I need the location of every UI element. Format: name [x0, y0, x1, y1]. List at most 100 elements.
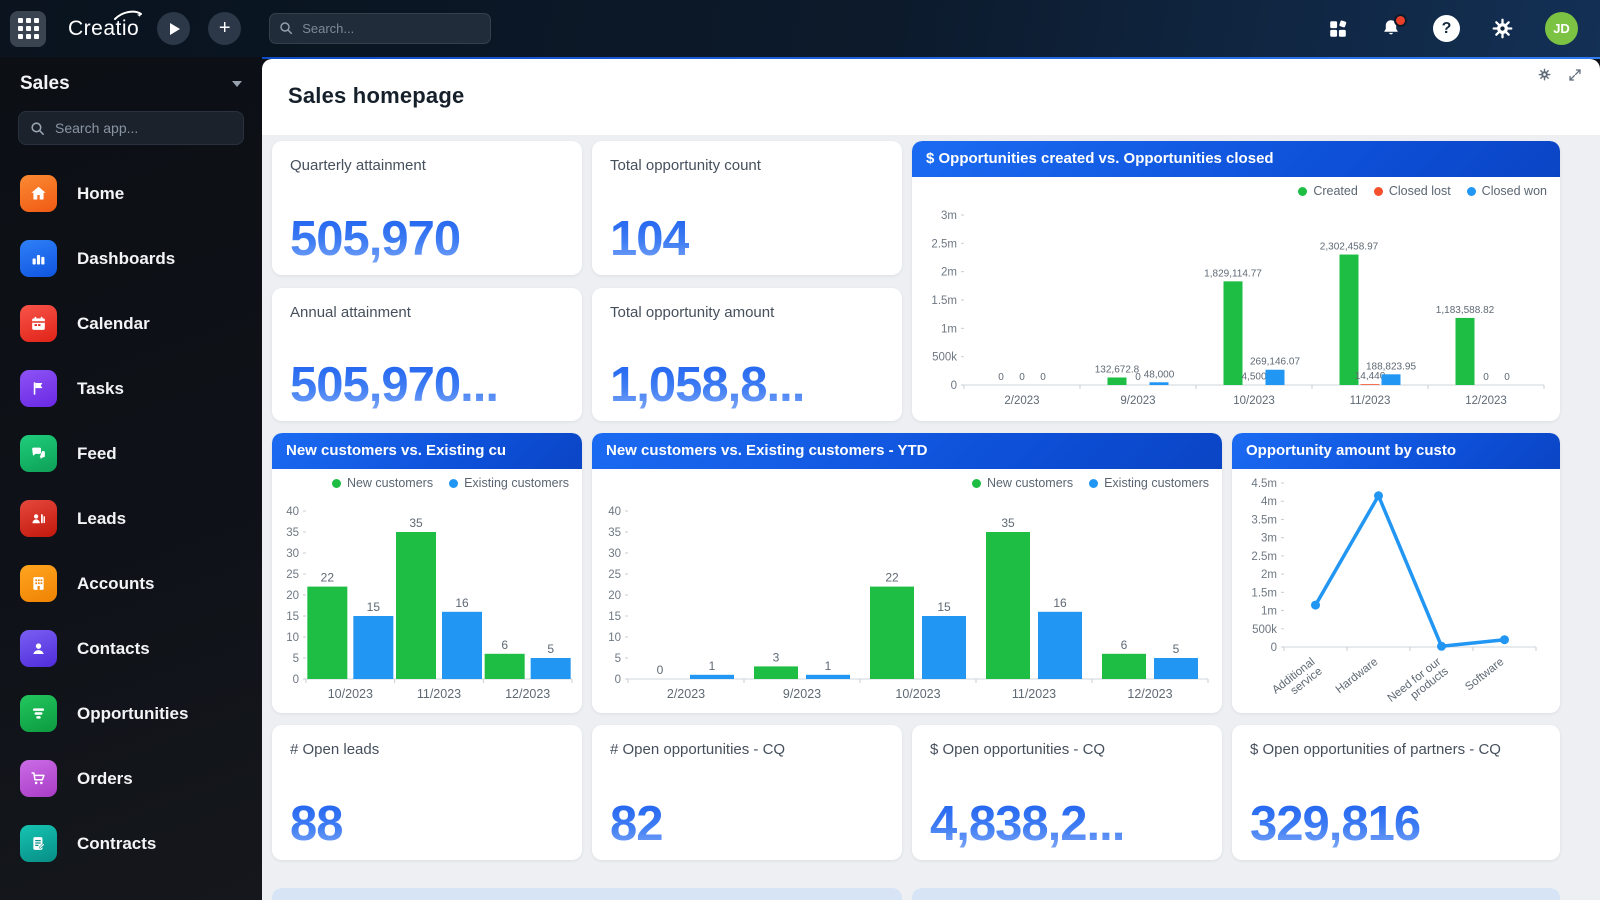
process-play-button[interactable] [157, 12, 190, 45]
svg-text:12/2023: 12/2023 [1465, 395, 1507, 407]
add-new-button[interactable]: + [208, 12, 241, 45]
sidebar-item-tasks[interactable]: Tasks [0, 356, 262, 421]
settings-button[interactable] [1490, 16, 1515, 41]
svg-text:0: 0 [293, 674, 299, 686]
svg-text:11/2023: 11/2023 [417, 687, 461, 701]
kpi-open-leads: # Open leads 88 [272, 725, 582, 860]
topbar: Creatio + [0, 0, 1600, 57]
svg-text:0: 0 [615, 674, 621, 686]
svg-text:0: 0 [1019, 372, 1025, 383]
workspace-title: Sales [20, 73, 70, 95]
svg-text:Software: Software [1463, 656, 1506, 693]
svg-text:0: 0 [1271, 642, 1277, 654]
chart-legend: New customersExisting customers [332, 476, 569, 490]
avatar[interactable]: JD [1545, 12, 1578, 45]
notification-badge [1394, 14, 1407, 27]
svg-text:0: 0 [951, 380, 957, 392]
dashboards-icon [29, 249, 48, 268]
svg-text:22: 22 [321, 571, 335, 585]
sidebar-item-orders[interactable]: Orders [0, 746, 262, 811]
apps-grid-button[interactable] [10, 11, 46, 47]
svg-text:35: 35 [286, 527, 299, 539]
svg-text:4m: 4m [1261, 496, 1277, 508]
sidebar-item-contracts[interactable]: Contracts [0, 811, 262, 876]
global-search-input[interactable] [269, 13, 491, 44]
sidebar-item-calendar[interactable]: Calendar [0, 291, 262, 356]
svg-text:1.5m: 1.5m [1251, 587, 1277, 599]
sidebar-item-contacts[interactable]: Contacts [0, 616, 262, 681]
app-search-input[interactable] [18, 111, 244, 145]
svg-text:3m: 3m [1261, 533, 1277, 545]
sidebar-item-accounts[interactable]: Accounts [0, 551, 262, 616]
help-icon: ? [1433, 15, 1460, 42]
person-icon [29, 639, 48, 658]
partial-widget [272, 888, 902, 900]
svg-text:132,672.8: 132,672.8 [1095, 364, 1140, 375]
creatio-logo: Creatio [68, 17, 139, 41]
chart-canvas: 051015202530354010/202311/202312/2023221… [272, 469, 582, 713]
svg-text:188,823.95: 188,823.95 [1366, 361, 1416, 372]
building-icon [29, 574, 48, 593]
svg-text:16: 16 [1053, 596, 1067, 610]
svg-text:1.5m: 1.5m [931, 295, 957, 307]
svg-text:1,183,588.82: 1,183,588.82 [1436, 305, 1495, 316]
sidebar-item-dashboards[interactable]: Dashboards [0, 226, 262, 291]
svg-text:3: 3 [773, 650, 780, 664]
main-content: Sales homepage [262, 57, 1600, 900]
home-icon [29, 184, 48, 203]
sidebar-item-leads[interactable]: Leads [0, 486, 262, 551]
svg-text:25: 25 [608, 569, 621, 581]
dashboard-expand-button[interactable] [1568, 68, 1582, 82]
svg-text:30: 30 [608, 548, 621, 560]
workspace-selector[interactable]: Sales [20, 73, 242, 95]
svg-text:30: 30 [286, 548, 299, 560]
help-button[interactable]: ? [1433, 15, 1460, 42]
dashboard-grid: Quarterly attainment 505,970 Total oppor… [262, 135, 1600, 900]
svg-text:25: 25 [286, 569, 299, 581]
svg-text:14,440: 14,440 [1355, 371, 1386, 382]
chart-canvas: 05101520253035402/20239/202310/202311/20… [592, 469, 1222, 713]
logo-swoosh-icon [113, 10, 143, 22]
sidebar-item-opportunities[interactable]: Opportunities [0, 681, 262, 746]
svg-text:15: 15 [286, 611, 299, 623]
svg-text:2.5m: 2.5m [1251, 551, 1277, 563]
svg-text:40: 40 [608, 506, 621, 518]
svg-text:12/2023: 12/2023 [505, 687, 550, 701]
svg-text:2,302,458.97: 2,302,458.97 [1320, 242, 1379, 253]
svg-text:269,146.07: 269,146.07 [1250, 357, 1300, 368]
svg-text:0: 0 [657, 663, 664, 677]
svg-text:11/2023: 11/2023 [1350, 395, 1391, 407]
legend-dot-icon [1089, 479, 1098, 488]
svg-text:Hardware: Hardware [1334, 656, 1381, 696]
page-title: Sales homepage [288, 83, 464, 109]
svg-text:48,000: 48,000 [1144, 369, 1175, 380]
sidebar-nav: Home Dashboards Cale [0, 161, 262, 876]
chart-title: New customers vs. Existing customers - Y… [592, 433, 1222, 469]
search-icon [278, 20, 294, 36]
svg-text:16: 16 [455, 596, 469, 610]
workplaces-button[interactable] [1327, 18, 1349, 40]
svg-text:1m: 1m [941, 323, 957, 335]
kpi-total-opportunity-count: Total opportunity count 104 [592, 141, 902, 275]
svg-text:0: 0 [998, 372, 1004, 383]
legend-dot-icon [972, 479, 981, 488]
svg-text:20: 20 [608, 590, 621, 602]
svg-text:5: 5 [293, 653, 299, 665]
svg-text:12/2023: 12/2023 [1127, 687, 1172, 701]
svg-text:1: 1 [825, 659, 832, 673]
svg-text:4.5m: 4.5m [1251, 478, 1277, 490]
svg-text:1m: 1m [1261, 606, 1277, 618]
sidebar-item-home[interactable]: Home [0, 161, 262, 226]
notifications-button[interactable] [1379, 17, 1403, 41]
chart-title: Opportunity amount by custo [1232, 433, 1560, 469]
play-icon [170, 23, 180, 35]
svg-text:35: 35 [1001, 516, 1015, 530]
chart-canvas: 0500k1m1.5m2m2.5m3m3.5m4m4.5mAdditionals… [1232, 469, 1560, 713]
search-icon [29, 120, 46, 137]
svg-text:2.5m: 2.5m [931, 238, 957, 250]
dashboard-settings-button[interactable] [1537, 67, 1552, 82]
svg-text:2/2023: 2/2023 [667, 687, 705, 701]
chart-new-vs-existing-customers: New customers vs. Existing cu 0510152025… [272, 433, 582, 713]
svg-text:6: 6 [501, 638, 508, 652]
sidebar-item-feed[interactable]: Feed [0, 421, 262, 486]
